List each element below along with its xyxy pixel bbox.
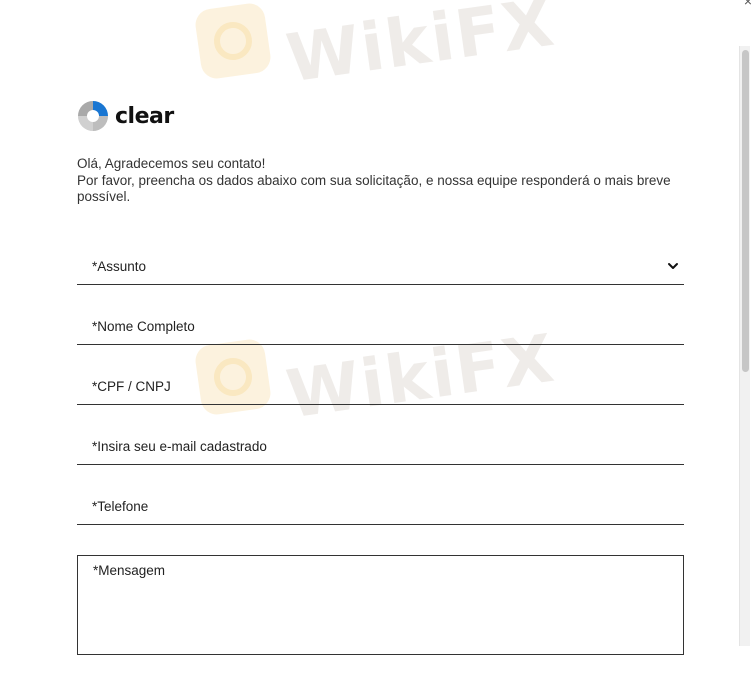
subject-label: *Assunto (92, 259, 147, 274)
clear-logo-icon (78, 101, 108, 131)
message-label: *Mensagem (93, 563, 166, 578)
email-label: *Insira seu e-mail cadastrado (92, 439, 267, 454)
phone-label: *Telefone (92, 499, 149, 514)
full-name-field[interactable]: *Nome Completo (77, 313, 684, 345)
cpf-cnpj-label: *CPF / CNPJ (92, 379, 171, 394)
close-icon[interactable]: × (744, 0, 752, 8)
phone-field[interactable]: *Telefone (77, 493, 684, 525)
full-name-label: *Nome Completo (92, 319, 195, 334)
email-field[interactable]: *Insira seu e-mail cadastrado (77, 433, 684, 465)
intro-text: Olá, Agradecemos seu contato! Por favor,… (77, 156, 687, 206)
subject-select[interactable]: *Assunto (77, 253, 684, 285)
brand-name: clear (115, 103, 174, 129)
intro-greeting: Olá, Agradecemos seu contato! (77, 156, 266, 171)
message-textarea[interactable]: *Mensagem (77, 555, 684, 655)
scrollbar-thumb[interactable] (742, 50, 749, 372)
scrollbar[interactable] (739, 46, 750, 646)
cpf-cnpj-field[interactable]: *CPF / CNPJ (77, 373, 684, 405)
watermark-logo-icon (193, 0, 273, 81)
chevron-down-icon (668, 263, 678, 269)
brand-logo: clear (77, 100, 174, 132)
watermark-text: WikiFX (281, 0, 560, 98)
intro-instructions: Por favor, preencha os dados abaixo com … (77, 172, 671, 205)
watermark-top: WikiFX (193, 0, 560, 97)
